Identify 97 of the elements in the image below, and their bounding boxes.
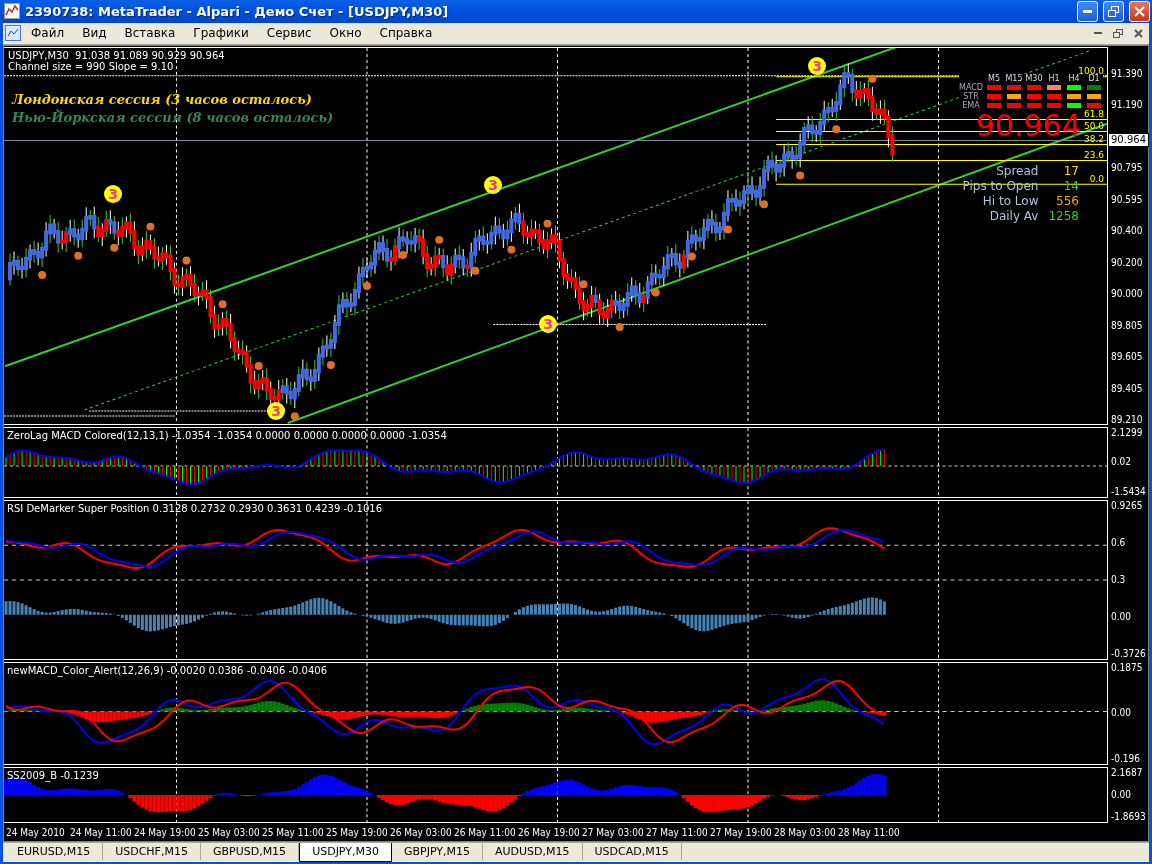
wave-marker: 3 bbox=[808, 56, 826, 75]
price-axis-label: 90.795 bbox=[1111, 162, 1143, 175]
signal-label: STR bbox=[963, 92, 979, 101]
value-axis-label: -1.8693 bbox=[1111, 810, 1147, 823]
menu-item[interactable]: Графики bbox=[185, 24, 257, 43]
value-axis-label: 0.3 bbox=[1111, 573, 1127, 586]
fib-level-label: 100.0 bbox=[1078, 66, 1104, 76]
value-axis-label: 2.1299 bbox=[1111, 426, 1144, 439]
chart-info-text: USDJPY,M30 91.038 91.089 90.929 90.964 bbox=[8, 49, 225, 61]
price-axis-label: 91.190 bbox=[1111, 99, 1143, 112]
minimize-icon bbox=[1083, 9, 1092, 13]
price-axis-label: 90.595 bbox=[1111, 193, 1143, 206]
time-axis-label: 25 May 11:00 bbox=[262, 827, 325, 839]
price-axis-label: 90.400 bbox=[1111, 225, 1143, 238]
price-axis-label: 89.805 bbox=[1111, 319, 1143, 332]
time-axis-label: 27 May 11:00 bbox=[646, 827, 709, 839]
time-axis-label: 28 May 11:00 bbox=[838, 827, 901, 839]
close-icon bbox=[1133, 28, 1143, 38]
current-price-label: 90.964 bbox=[1108, 132, 1149, 147]
stat-value: 17 bbox=[1062, 163, 1079, 179]
time-axis-label: 25 May 03:00 bbox=[198, 827, 261, 839]
timeframe-label: M5 bbox=[988, 73, 1000, 83]
fib-level-label: 61.8 bbox=[1083, 109, 1104, 119]
menu-item[interactable]: Окно bbox=[321, 24, 370, 43]
menu-item[interactable]: Вставка bbox=[116, 24, 184, 43]
app-chart-icon bbox=[4, 3, 20, 20]
value-axis-label: 0.1875 bbox=[1111, 661, 1144, 674]
price-axis-label: 89.405 bbox=[1111, 382, 1143, 395]
value-axis-label: 0.00 bbox=[1111, 707, 1133, 720]
value-axis-label: 0.9265 bbox=[1111, 499, 1144, 512]
wave-marker: 3 bbox=[104, 184, 122, 203]
time-axis-label: 25 May 19:00 bbox=[326, 827, 389, 839]
session-text: Лондонская сессия (3 часов осталось) bbox=[12, 91, 313, 107]
price-axis-label: 89.605 bbox=[1111, 351, 1143, 364]
price-axis-label: 90.000 bbox=[1111, 288, 1143, 301]
signal-label: MACD bbox=[959, 83, 983, 92]
close-button[interactable] bbox=[1129, 0, 1150, 22]
stat-value: 556 bbox=[1055, 193, 1079, 209]
timeframe-label: H1 bbox=[1048, 73, 1060, 83]
chart-tab[interactable]: USDJPY,M30 bbox=[299, 842, 392, 862]
timeframe-label: M30 bbox=[1025, 73, 1043, 83]
chart-tab[interactable]: AUDUSD,M15 bbox=[483, 842, 583, 860]
value-axis-label: 0.02 bbox=[1111, 456, 1133, 469]
menu-item[interactable]: Файл bbox=[23, 24, 73, 43]
timeframe-label: H4 bbox=[1068, 73, 1080, 83]
wave-marker: 3 bbox=[484, 175, 502, 194]
chart-tab[interactable]: GBPJPY,M15 bbox=[391, 842, 483, 860]
chart-window-icon bbox=[5, 25, 21, 42]
time-axis-label: 24 May 11:00 bbox=[70, 827, 133, 839]
close-icon bbox=[1134, 5, 1145, 17]
time-axis-label: 26 May 11:00 bbox=[454, 827, 517, 839]
value-axis-label: 0.00 bbox=[1111, 788, 1133, 801]
time-axis-label: 24 May 19:00 bbox=[134, 827, 197, 839]
session-text: Нью-Йоркская сессия (8 часов осталось) bbox=[12, 109, 334, 125]
menu-item[interactable]: Вид bbox=[74, 24, 115, 43]
indicator-title: SS2009_B -0.1239 bbox=[7, 769, 99, 781]
stat-label: Spread bbox=[995, 163, 1039, 179]
time-axis-label: 26 May 19:00 bbox=[518, 827, 581, 839]
time-axis-label: 28 May 03:00 bbox=[774, 827, 837, 839]
chart-tab[interactable]: USDCHF,M15 bbox=[103, 842, 201, 860]
restore-icon bbox=[1108, 5, 1119, 17]
wave-marker: 3 bbox=[267, 401, 285, 420]
indicator-title: ZeroLag MACD Colored(12,13,1) -1.0354 -1.0354 0.0000 0.0000 0.0000 0.0000 -1.0354 bbox=[7, 429, 447, 441]
timeframe-label: D1 bbox=[1088, 73, 1100, 83]
timeframe-label: M15 bbox=[1005, 73, 1023, 83]
wave-marker: 3 bbox=[539, 314, 557, 333]
price-axis-label: 91.390 bbox=[1111, 67, 1143, 80]
window-title: 2390738: MetaTrader - Alpari - Демо Счет - [USDJPY,M30] bbox=[25, 3, 450, 19]
menu-item[interactable]: Справка bbox=[371, 24, 441, 43]
time-axis-label: 26 May 03:00 bbox=[390, 827, 453, 839]
stat-label: Daily Av bbox=[988, 208, 1039, 224]
time-axis-label: 27 May 19:00 bbox=[710, 827, 773, 839]
price-axis-label: 89.210 bbox=[1111, 414, 1143, 427]
value-axis-label: 0.00 bbox=[1111, 610, 1133, 623]
stat-value: 1258 bbox=[1048, 208, 1079, 224]
chart-tab[interactable]: USDCAD,M15 bbox=[582, 842, 682, 860]
menu-item[interactable]: Сервис bbox=[258, 24, 320, 43]
price-axis-label: 90.200 bbox=[1111, 256, 1143, 269]
indicator-title: newMACD_Color_Alert(12,26,9) -0.0020 0.0386 -0.0406 -0.0406 bbox=[7, 664, 328, 676]
minimize-button[interactable] bbox=[1077, 0, 1098, 22]
chart-tab[interactable]: EURUSD,M15 bbox=[5, 842, 104, 860]
value-axis-label: 2.1687 bbox=[1111, 766, 1144, 779]
minimize-icon bbox=[1094, 32, 1102, 35]
restore-icon bbox=[1113, 28, 1123, 38]
signal-label: EMA bbox=[962, 101, 980, 110]
fib-level-label: 23.6 bbox=[1083, 150, 1104, 160]
value-axis-label: -0.3726 bbox=[1111, 647, 1147, 660]
stat-label: Hi to Low bbox=[981, 193, 1039, 209]
chart-info-text: Channel size = 990 Slope = 9.10 bbox=[8, 60, 175, 72]
fib-level-label: 0.0 bbox=[1089, 174, 1104, 184]
value-axis-label: 0.6 bbox=[1111, 536, 1127, 549]
indicator-title: RSI DeMarker Super Position 0.3128 0.2732 0.2930 0.3631 0.4239 -0.1016 bbox=[7, 502, 383, 514]
value-axis-label: -0.196 bbox=[1111, 752, 1141, 765]
time-axis-label: 24 May 2010 bbox=[6, 827, 66, 839]
time-axis-label: 27 May 03:00 bbox=[582, 827, 645, 839]
value-axis-label: -1.5434 bbox=[1111, 485, 1147, 498]
restore-button[interactable] bbox=[1103, 0, 1124, 22]
